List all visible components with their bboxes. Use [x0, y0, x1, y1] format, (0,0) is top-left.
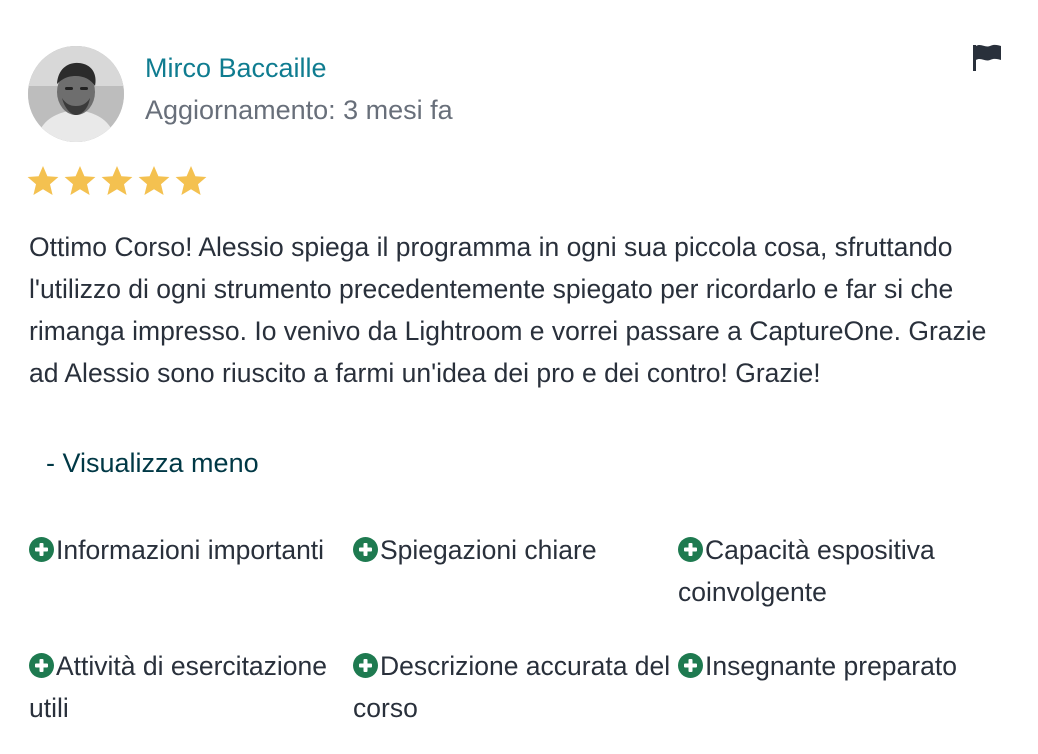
feedback-tag: Attività di esercitazione utili — [29, 645, 351, 729]
review-updated-time: Aggiornamento: 3 mesi fa — [145, 95, 453, 125]
feedback-tag-label: Insegnante preparato — [705, 651, 957, 681]
avatar-photo-icon — [28, 46, 124, 142]
reviewer-avatar[interactable] — [28, 46, 124, 142]
star-icon — [27, 166, 59, 195]
feedback-tag-label: Attività di esercitazione utili — [29, 651, 328, 723]
plus-circle-icon — [29, 653, 54, 678]
plus-circle-icon — [29, 537, 54, 562]
feedback-tag: Informazioni importanti — [29, 529, 351, 571]
plus-circle-icon — [678, 653, 703, 678]
feedback-tag: Capacità espositiva coinvolgente — [678, 529, 1000, 613]
star-icon — [101, 166, 133, 195]
feedback-tag-label: Descrizione accurata del corso — [353, 651, 671, 723]
show-less-link[interactable]: - Visualizza meno — [46, 444, 259, 482]
review-text: Ottimo Corso! Alessio spiega il programm… — [29, 232, 987, 388]
feedback-tag: Insegnante preparato — [678, 645, 1000, 687]
plus-circle-icon — [353, 653, 378, 678]
star-icon — [138, 166, 170, 195]
reviewer-name[interactable]: Mirco Baccaille — [145, 50, 327, 86]
flag-icon[interactable] — [970, 42, 1004, 72]
feedback-tag: Descrizione accurata del corso — [353, 645, 675, 729]
feedback-tag-label: Capacità espositiva coinvolgente — [678, 535, 935, 607]
star-icon — [175, 166, 207, 195]
feedback-tag-label: Informazioni importanti — [56, 535, 325, 565]
plus-circle-icon — [678, 537, 703, 562]
star-rating — [26, 164, 208, 198]
plus-circle-icon — [353, 537, 378, 562]
review-card: Mirco Baccaille Aggiornamento: 3 mesi fa… — [0, 0, 1038, 754]
feedback-tag-label: Spiegazioni chiare — [380, 535, 597, 565]
star-icon — [64, 166, 96, 195]
feedback-tag: Spiegazioni chiare — [353, 529, 675, 571]
